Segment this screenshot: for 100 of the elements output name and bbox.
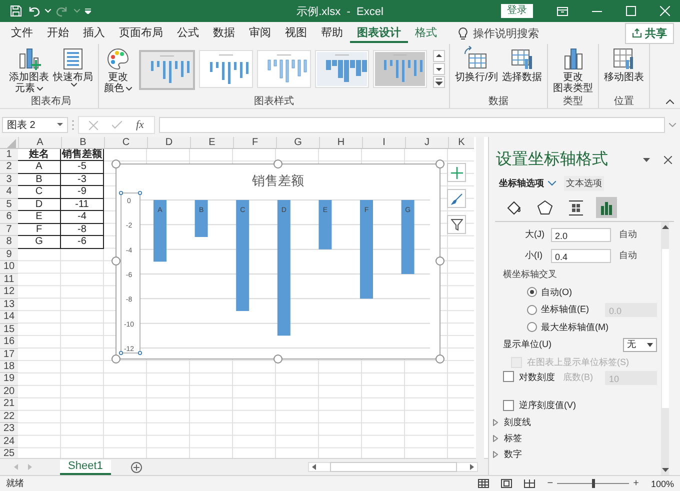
chart-style-thumbnail[interactable] — [257, 50, 311, 88]
check-icon[interactable] — [112, 121, 122, 129]
ribbon-button[interactable]: 移动图表 — [602, 46, 645, 83]
row-header[interactable]: 14 — [0, 311, 18, 324]
expand-icon[interactable] — [669, 123, 676, 127]
reset-button[interactable]: 自动 — [619, 228, 637, 241]
row-header[interactable]: 8 — [0, 236, 18, 249]
ribbon-tab[interactable]: 格式 — [408, 23, 444, 43]
normal-view-icon[interactable] — [478, 479, 490, 488]
row-header[interactable]: 25 — [0, 448, 18, 458]
cancel-icon[interactable] — [89, 120, 98, 130]
ribbon-button[interactable]: 切换行/列 — [454, 46, 499, 83]
column-header[interactable]: B — [61, 137, 104, 148]
zoom-in-button[interactable]: + — [633, 478, 639, 489]
row-header[interactable]: 4 — [0, 186, 18, 199]
formula-input[interactable] — [158, 117, 665, 133]
scroll-down-icon[interactable] — [662, 468, 668, 473]
radio-button[interactable] — [527, 304, 537, 315]
caret-icon[interactable] — [57, 123, 63, 127]
ribbon-tab[interactable]: 公式 — [170, 23, 206, 43]
row-header[interactable]: 17 — [0, 348, 18, 361]
collapse-ribbon-icon[interactable] — [666, 99, 674, 104]
column-header[interactable]: A — [18, 137, 61, 148]
customize-icon[interactable] — [85, 8, 91, 14]
row-header[interactable]: 7 — [0, 224, 18, 236]
row-header[interactable]: 21 — [0, 398, 18, 411]
style-brush-button[interactable] — [447, 189, 466, 208]
row-header[interactable]: 15 — [0, 324, 18, 336]
radio-button[interactable] — [527, 287, 537, 298]
radio-button[interactable] — [527, 322, 537, 332]
chart-style-thumbnail[interactable] — [139, 50, 195, 90]
ribbon-tab[interactable]: 插入 — [76, 23, 112, 43]
zoom-level[interactable]: 100% — [650, 478, 674, 488]
input-field[interactable]: 2.0 — [551, 228, 611, 242]
pane-tab[interactable]: 文本选项 — [564, 176, 604, 191]
pane-scrollbar[interactable] — [661, 222, 669, 475]
share-button[interactable]: 共享 — [625, 22, 674, 44]
row-header[interactable]: 2 — [0, 161, 18, 174]
bar[interactable] — [401, 200, 414, 274]
row-header[interactable]: 24 — [0, 436, 18, 448]
close-icon[interactable] — [664, 156, 672, 164]
row-header[interactable]: 16 — [0, 336, 18, 348]
column-header[interactable]: C — [104, 137, 147, 148]
row-header[interactable]: 9 — [0, 248, 18, 262]
input-field[interactable]: 0.4 — [551, 248, 611, 262]
scroll-up-icon[interactable] — [662, 224, 668, 229]
row-header[interactable]: 5 — [0, 198, 18, 212]
row-header[interactable]: 10 — [0, 261, 18, 274]
row-header[interactable]: 3 — [0, 174, 18, 186]
page-break-icon[interactable] — [524, 479, 536, 488]
column-header[interactable]: J — [405, 137, 448, 148]
pane-tab[interactable]: 坐标轴选项 — [497, 176, 558, 191]
ribbon-button[interactable]: 快速布局 — [52, 46, 94, 87]
row-header[interactable]: 22 — [0, 410, 18, 424]
row-header[interactable]: 20 — [0, 386, 18, 398]
radio-label[interactable]: 自动(O) — [541, 286, 572, 299]
drag-handle-icon[interactable] — [72, 120, 74, 130]
add-element-button[interactable] — [447, 163, 466, 182]
insert-function-button[interactable]: fx — [136, 119, 144, 131]
ribbon-tab[interactable]: 文件 — [4, 23, 40, 43]
row-header[interactable]: 19 — [0, 373, 18, 386]
ribbon-button[interactable]: 添加图表 元素 — [8, 46, 50, 94]
ribbon-tab[interactable]: 视图 — [278, 23, 314, 43]
bar-chart-icon[interactable] — [596, 197, 617, 218]
row-header[interactable]: 13 — [0, 298, 18, 312]
row-header[interactable]: 11 — [0, 274, 18, 286]
row-header[interactable]: 18 — [0, 360, 18, 374]
section-header[interactable]: 数字 — [493, 448, 522, 461]
column-header[interactable]: F — [233, 137, 276, 148]
tell-me-search[interactable]: 操作说明搜索 — [473, 26, 539, 40]
ribbon-tab[interactable]: 审阅 — [242, 23, 278, 43]
ribbon-button[interactable]: 选择数据 — [500, 46, 543, 83]
zoom-out-button[interactable]: − — [547, 478, 554, 489]
checkbox[interactable] — [503, 400, 514, 412]
redo-icon[interactable] — [56, 5, 69, 17]
ribbon-button[interactable]: 更改 颜色 — [103, 46, 133, 94]
horizontal-scrollbar[interactable] — [308, 462, 478, 472]
sheet-tab[interactable]: Sheet1 — [60, 460, 111, 474]
chart-style-thumbnail[interactable] — [315, 50, 369, 88]
row-header[interactable]: 23 — [0, 423, 18, 436]
row-header[interactable]: 6 — [0, 211, 18, 224]
radio-label[interactable]: 最大坐标轴值(M) — [541, 320, 608, 334]
column-header[interactable]: H — [319, 137, 362, 148]
undo-icon[interactable] — [27, 5, 40, 17]
chart-style-thumbnail[interactable] — [373, 50, 427, 88]
chart-style-thumbnail[interactable] — [199, 50, 253, 88]
pane-options-icon[interactable] — [643, 158, 650, 162]
login-button[interactable]: 登录 — [501, 4, 534, 18]
bar[interactable] — [277, 200, 290, 336]
row-header[interactable]: 1 — [0, 149, 18, 162]
scroll-right-icon[interactable] — [470, 464, 474, 470]
checkbox-label[interactable]: 对数刻度 — [519, 371, 555, 384]
ribbon-tab[interactable]: 页面布局 — [112, 23, 170, 43]
dropdown[interactable]: 无 — [623, 338, 657, 352]
column-header[interactable]: G — [276, 137, 319, 148]
filter-button[interactable] — [447, 215, 466, 234]
radio-label[interactable]: 坐标轴值(E) — [541, 303, 589, 316]
scroll-left-icon[interactable] — [312, 464, 316, 470]
more-icon[interactable] — [433, 76, 445, 88]
maximize-icon[interactable] — [626, 6, 636, 16]
